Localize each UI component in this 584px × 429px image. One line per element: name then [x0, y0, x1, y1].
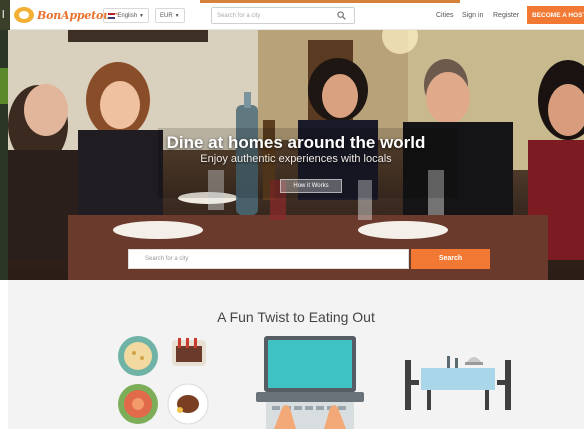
hero-banner: Dine at homes around the world Enjoy aut…: [8, 30, 584, 280]
fun-twist-section: A Fun Twist to Eating Out: [8, 280, 584, 429]
top-image-strip: [200, 0, 460, 3]
logo-mark-icon: [14, 7, 34, 23]
top-nav: l BonAppetour English ▼ EUR ▼ Search for…: [0, 0, 584, 30]
food-plates-illustration: [118, 336, 209, 425]
hero-subtitle: Enjoy authentic experiences with locals: [200, 153, 392, 165]
nav-search-placeholder: Search for a city: [217, 12, 261, 19]
hero-search-button[interactable]: Search: [411, 249, 490, 269]
search-icon[interactable]: [337, 11, 346, 20]
hero-title: Dine at homes around the world: [166, 133, 426, 152]
dining-table-illustration: [405, 356, 511, 410]
section-title: A Fun Twist to Eating Out: [217, 309, 375, 325]
nav-link-register[interactable]: Register: [493, 12, 519, 19]
chevron-down-icon: ▼: [174, 12, 180, 19]
laptop-illustration: [256, 336, 364, 429]
language-selector[interactable]: English ▼: [103, 8, 149, 23]
nav-edge-fragment: l: [0, 0, 10, 30]
how-it-works-button[interactable]: How it Works: [280, 179, 342, 193]
left-bleed-fragment: [0, 30, 8, 280]
currency-selector[interactable]: EUR ▼: [155, 8, 185, 23]
chevron-down-icon: ▼: [139, 12, 144, 19]
hero-search-input[interactable]: Search for a city: [128, 249, 409, 269]
currency-label: EUR: [160, 12, 173, 19]
us-flag-icon: [108, 12, 116, 19]
become-a-host-button[interactable]: BECOME A HOST: [527, 6, 584, 24]
nav-link-sign-in[interactable]: Sign in: [462, 12, 483, 19]
logo[interactable]: BonAppetour: [14, 7, 117, 23]
language-label: English: [117, 12, 138, 19]
nav-search-input[interactable]: Search for a city: [211, 7, 355, 24]
nav-link-cities[interactable]: Cities: [436, 12, 454, 19]
